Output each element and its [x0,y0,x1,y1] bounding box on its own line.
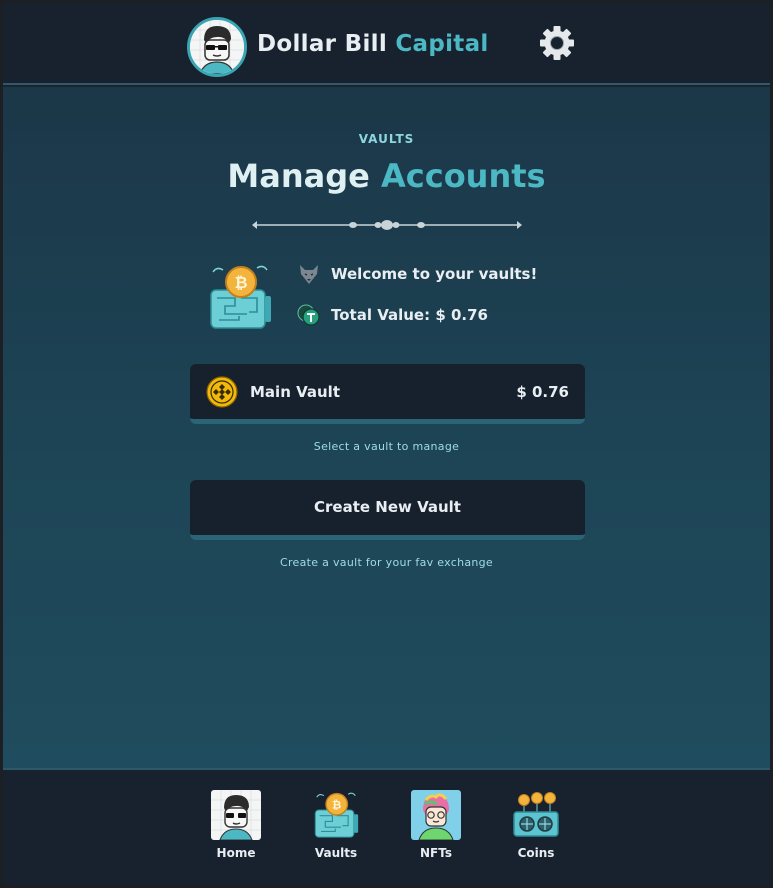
welcome-row: Welcome to your vaults! [297,262,537,286]
page-title-accent: Accounts [380,157,546,195]
top-header: Dollar Bill Capital [3,3,770,85]
vault-name: Main Vault [250,383,340,401]
nav-item-home[interactable]: Home [201,790,271,860]
total-value-text: Total Value: $ 0.76 [331,306,488,324]
nav-label-nfts: NFTs [420,846,452,860]
page-title: Manage Accounts [3,157,770,195]
total-value-row: Total Value: $ 0.76 [297,303,488,327]
nav-item-coins[interactable]: Coins [501,790,571,860]
vault-value: $ 0.76 [516,383,569,401]
vault-icon: ₿ [311,790,361,840]
vault-card-main[interactable]: Main Vault $ 0.76 [190,364,585,424]
welcome-text: Welcome to your vaults! [331,265,538,283]
ornamental-divider [252,220,522,230]
brand-title: Dollar Bill Capital [257,31,489,57]
wolf-icon [300,265,318,284]
nav-item-vaults[interactable]: ₿ Vaults [301,790,371,860]
home-avatar-icon [211,790,261,840]
svg-text:₿: ₿ [234,273,247,292]
settings-button[interactable] [539,25,575,61]
nav-label-home: Home [216,846,256,860]
vault-illustration-icon: ₿ [210,265,271,329]
nft-icon [411,790,461,840]
brand-accent: Capital [395,31,489,57]
select-vault-hint: Select a vault to manage [313,440,460,453]
main-content: VAULTS Manage Accounts ₿ Welcome to your… [3,87,770,768]
pixel-avatar-sunglasses-icon [190,20,244,74]
nav-label-vaults: Vaults [314,846,358,860]
bottom-nav: Home ₿ Vaults NFTs Coins [3,768,770,885]
create-vault-hint: Create a vault for your fav exchange [279,556,494,569]
nav-label-coins: Coins [517,846,555,860]
create-vault-button[interactable]: Create New Vault [190,480,585,540]
binance-coin-icon [206,376,238,408]
brand-name: Dollar Bill [257,31,388,57]
section-eyebrow: VAULTS [358,132,415,146]
coins-icon [511,790,561,840]
gear-icon [540,26,574,60]
avatar[interactable] [187,17,247,77]
coin-stack-icon [297,304,320,326]
svg-text:₿: ₿ [332,798,341,812]
nav-item-nfts[interactable]: NFTs [401,790,471,860]
page-title-main: Manage [227,157,370,195]
